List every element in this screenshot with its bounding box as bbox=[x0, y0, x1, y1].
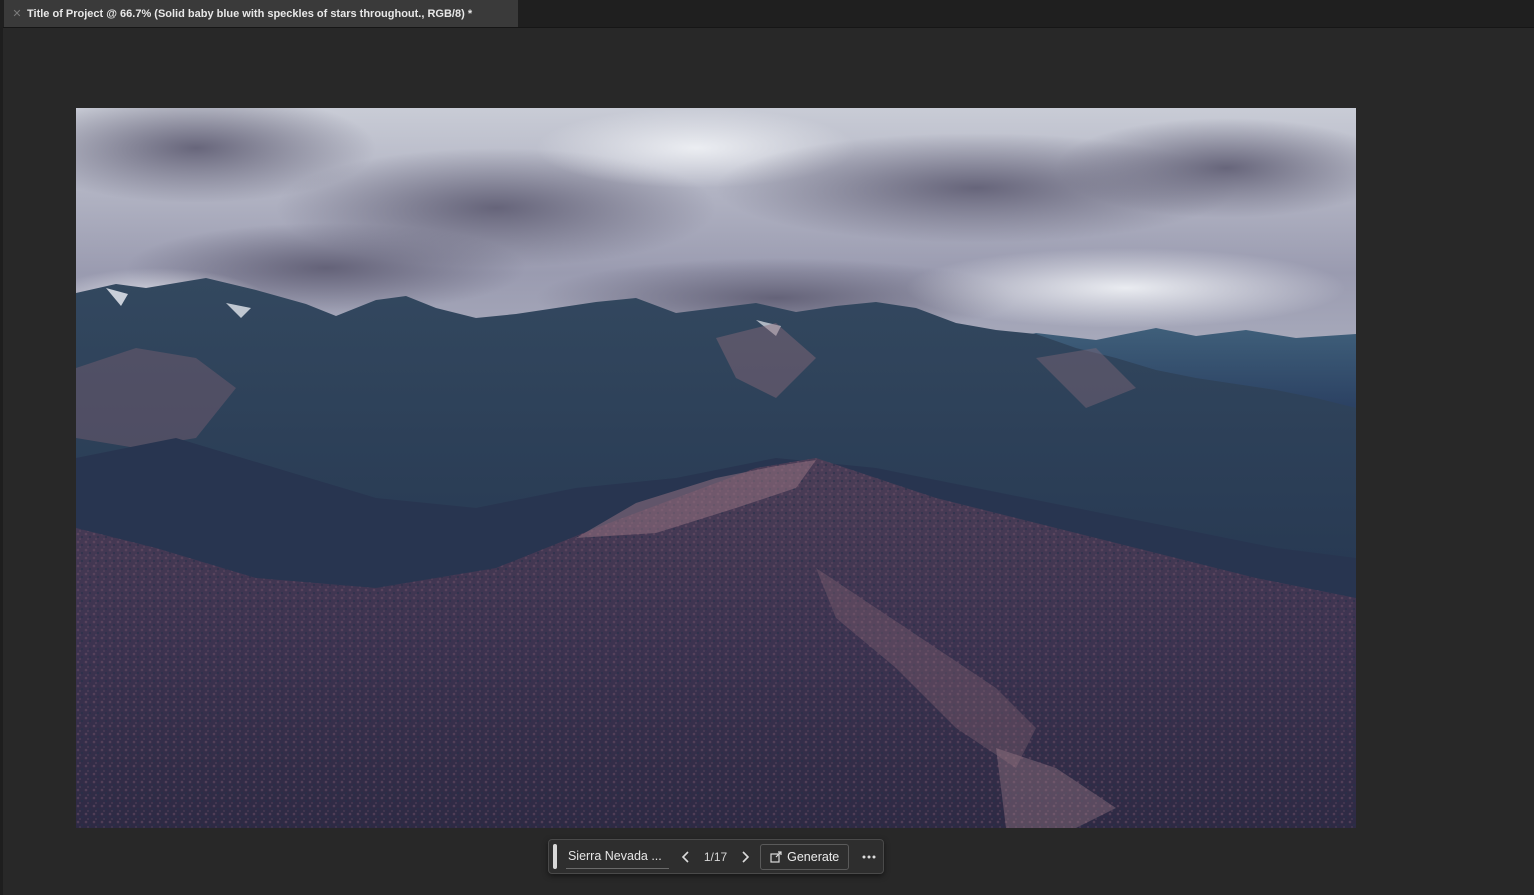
more-options-icon bbox=[862, 855, 876, 858]
next-variation-button[interactable] bbox=[734, 845, 756, 869]
mountain-landscape-image bbox=[76, 108, 1356, 828]
toolbar-edge bbox=[0, 27, 3, 895]
chevron-right-icon bbox=[742, 850, 750, 863]
photoshop-workspace: ✕ Title of Project @ 66.7% (Solid baby b… bbox=[0, 0, 1534, 895]
variation-counter: 1/17 bbox=[703, 849, 728, 864]
generate-label: Generate bbox=[787, 849, 840, 864]
generate-icon bbox=[770, 850, 782, 863]
generate-button[interactable]: Generate bbox=[760, 843, 850, 870]
document-tab[interactable]: ✕ Title of Project @ 66.7% (Solid baby b… bbox=[4, 0, 518, 27]
close-icon[interactable]: ✕ bbox=[10, 7, 24, 21]
document-tab-bar: ✕ Title of Project @ 66.7% (Solid baby b… bbox=[0, 0, 1534, 28]
contextual-taskbar: Sierra Nevada ... 1/17 Generate bbox=[548, 839, 884, 874]
document-tab-title: Title of Project @ 66.7% (Solid baby blu… bbox=[27, 7, 473, 20]
taskbar-drag-handle[interactable] bbox=[553, 844, 557, 869]
prompt-field[interactable]: Sierra Nevada ... bbox=[565, 845, 669, 869]
more-options-button[interactable] bbox=[855, 845, 883, 869]
prompt-text: Sierra Nevada ... bbox=[567, 849, 662, 863]
chevron-left-icon bbox=[681, 850, 689, 863]
previous-variation-button[interactable] bbox=[675, 845, 697, 869]
canvas-image[interactable] bbox=[76, 108, 1356, 828]
